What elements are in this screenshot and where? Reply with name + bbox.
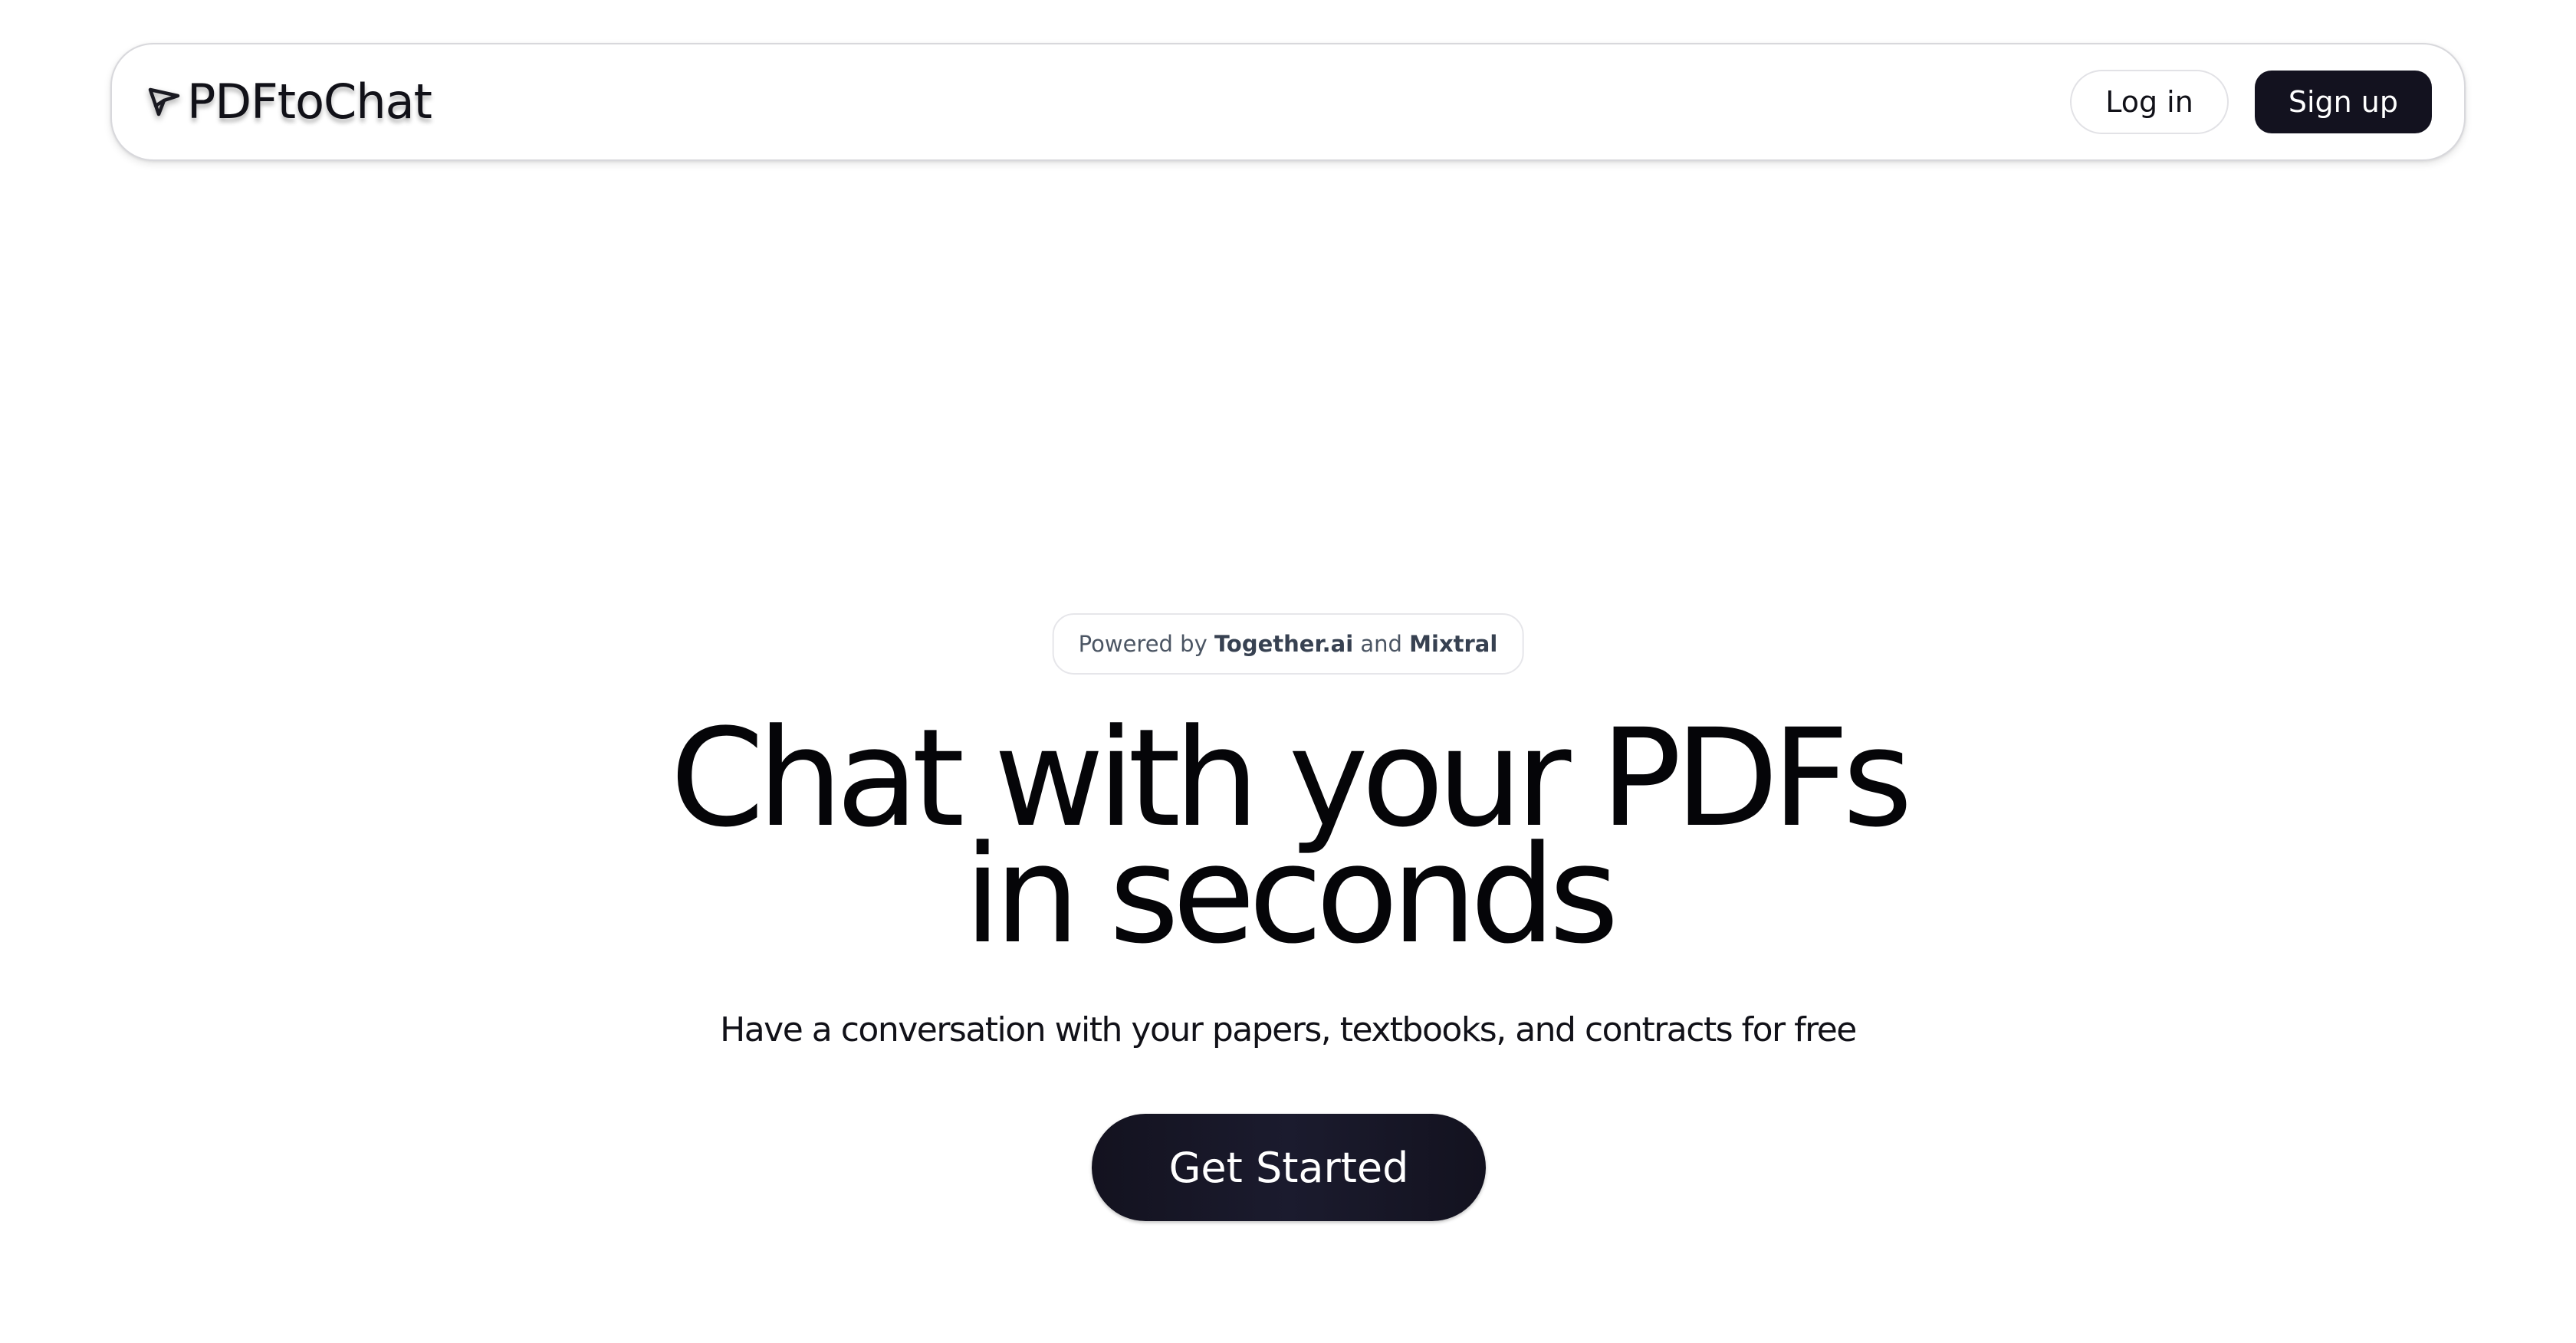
badge-model: Mixtral — [1409, 631, 1498, 657]
nav-actions: Log in Sign up — [2070, 70, 2432, 134]
hero-title: Chat with your PDFs in seconds — [0, 711, 2576, 974]
signup-button[interactable]: Sign up — [2254, 71, 2432, 133]
powered-by-badge: Powered by Together.ai and Mixtral — [1052, 613, 1524, 675]
badge-prefix: Powered by — [1078, 631, 1208, 657]
badge-joiner: and — [1360, 631, 1402, 657]
login-button[interactable]: Log in — [2070, 70, 2229, 134]
brand-name: PDFtoChat — [187, 74, 432, 130]
get-started-button[interactable]: Get Started — [1092, 1114, 1486, 1221]
navbar: PDFtoChat Log in Sign up — [110, 43, 2466, 161]
hero-title-line-2: in seconds — [964, 816, 1619, 974]
send-arrow-icon — [146, 84, 182, 120]
brand-logo-link[interactable]: PDFtoChat — [146, 78, 432, 126]
hero-subtitle: Have a conversation with your papers, te… — [720, 1010, 1857, 1049]
landing-page: PDFtoChat Log in Sign up Powered by Toge… — [0, 0, 2576, 1343]
badge-provider: Together.ai — [1214, 631, 1354, 657]
